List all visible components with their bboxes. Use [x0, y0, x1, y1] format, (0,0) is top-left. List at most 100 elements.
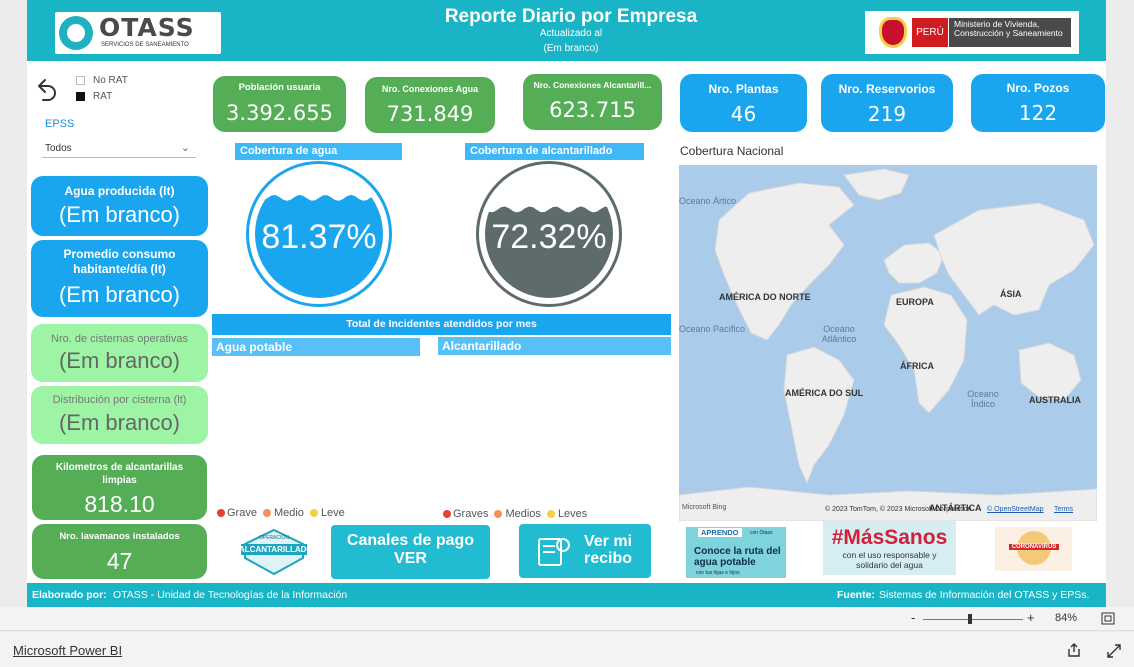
- legend-dot-leves: [546, 510, 555, 518]
- gauge-title-agua: Cobertura de agua: [235, 143, 402, 160]
- legend-label-grave: Grave: [227, 507, 257, 519]
- kpi-pozos: Nro. Pozos 122: [971, 74, 1105, 132]
- kpi-value: 731.849: [386, 102, 474, 126]
- map-terms-link[interactable]: Terms: [1054, 506, 1073, 513]
- back-arrow-icon[interactable]: [33, 77, 59, 103]
- kpi-poblacion-usuaria: Población usuaria 3.392.655: [213, 76, 346, 132]
- coronavirus-banner[interactable]: CORONAVIRUS: [995, 527, 1072, 571]
- gauge-value-agua: 81.37%: [261, 218, 377, 256]
- kpi-distribucion-cisterna: Distribución por cisterna (lt) (Em branc…: [31, 386, 208, 444]
- map-landmass: [679, 168, 1097, 521]
- kpi-kilometros-alcantarillas: Kilometros de alcantarillas limpias 818.…: [32, 455, 207, 520]
- map-ocean-pacifico: Oceano Pacífico: [679, 324, 746, 334]
- zoom-slider[interactable]: [923, 619, 1023, 620]
- gauge-inner: 72.32%: [485, 170, 613, 298]
- mas-sanos-banner[interactable]: #MásSanos con el uso responsable y solid…: [823, 521, 956, 575]
- kpi-label: Población usuaria: [238, 82, 321, 93]
- kpi-label: Promedio consumo habitante/día (lt): [63, 247, 176, 276]
- otass-logo: OTASS SERVICIOS DE SANEAMIENTO: [55, 12, 221, 54]
- kpi-value: (Em branco): [58, 202, 181, 227]
- recibo-label: Ver mi: [583, 533, 633, 550]
- gauge-title-alcantarillado: Cobertura de alcantarillado: [465, 143, 644, 160]
- kpi-value: (Em branco): [58, 282, 181, 307]
- map-label-europa: EUROPA: [896, 297, 934, 307]
- legend-swatch-rat: [76, 92, 85, 101]
- powerbi-link[interactable]: Microsoft Power BI: [13, 643, 122, 658]
- footer-right-value: Sistemas de Información del OTASS y EPSs…: [879, 589, 1090, 601]
- zoom-in-button[interactable]: +: [1027, 610, 1035, 625]
- epss-dropdown[interactable]: Todos ⌄: [42, 138, 196, 158]
- legend-swatch-no-rat: [76, 76, 85, 85]
- kpi-value: 623.715: [549, 98, 636, 122]
- kpi-cisternas-operativas: Nro. de cisternas operativas (Em branco): [31, 324, 208, 382]
- aprendo-banner[interactable]: APRENDO con Otass Conoce la ruta del agu…: [686, 527, 786, 578]
- canales-label: Canales de pago: [346, 532, 475, 549]
- kpi-promedio-consumo: Promedio consumo habitante/día (lt) (Em …: [31, 240, 208, 317]
- kpi-label: Agua producida (lt): [64, 184, 175, 198]
- report-header: OTASS SERVICIOS DE SANEAMIENTO Reporte D…: [27, 0, 1106, 61]
- alcantarillado-badge-top: OPERACIÓN: [258, 535, 289, 541]
- map-osm-link[interactable]: © OpenStreetMap: [987, 506, 1044, 513]
- fullscreen-icon[interactable]: [1106, 643, 1122, 659]
- map-ocean-atlantico: Oceano Atlântico: [821, 324, 857, 344]
- map-label-africa: ÁFRICA: [900, 361, 934, 371]
- kpi-value: 219: [867, 102, 907, 126]
- share-icon[interactable]: [1066, 642, 1082, 658]
- kpi-value: 122: [1018, 101, 1058, 125]
- legend-item-rat[interactable]: RAT: [76, 91, 112, 102]
- report-footer: Elaborado por: OTASS - Unidad de Tecnolo…: [27, 583, 1106, 607]
- legend-label-medios: Medios: [505, 508, 541, 520]
- legend-dot-medio: [262, 509, 271, 517]
- ministry-name: Ministerio de Vivienda, Construcción y S…: [949, 18, 1071, 47]
- powerbi-canvas: OTASS SERVICIOS DE SANEAMIENTO Reporte D…: [0, 0, 1134, 667]
- otass-logo-subtitle: SERVICIOS DE SANEAMIENTO: [101, 42, 189, 48]
- kpi-label: Nro. Plantas: [708, 82, 779, 96]
- peru-crest-icon: [879, 17, 907, 48]
- incidents-agua-chart: [212, 357, 420, 502]
- ministry-logo: PERÚ Ministerio de Vivienda, Construcció…: [865, 11, 1079, 54]
- kpi-label: Nro. Reservorios: [838, 82, 936, 96]
- legend-label-medio: Medio: [273, 507, 304, 519]
- ver-mi-recibo-button[interactable]: Ver mi recibo: [519, 524, 651, 578]
- kpi-label: Nro. de cisternas operativas: [51, 333, 188, 345]
- otass-drop-icon: [59, 16, 93, 50]
- map-copyright: © 2023 TomTom, © 2023 Microsoft Corporat…: [825, 506, 972, 513]
- footer-right-label: Fuente:: [837, 589, 875, 601]
- operacion-alcantarillado-button[interactable]: ALCANTARILLADO OPERACIÓN: [239, 528, 313, 576]
- kpi-value: 46: [730, 102, 757, 126]
- kpi-label: Nro. lavamanos instalados: [59, 531, 180, 542]
- legend-label-graves: Graves: [453, 508, 489, 520]
- alcantarillado-badge-label: ALCANTARILLADO: [239, 545, 313, 554]
- epss-selected-value: Todos: [45, 143, 72, 154]
- kpi-value: (Em branco): [58, 410, 181, 435]
- map-label-australia: AUSTRALIA: [1029, 395, 1081, 405]
- gauge-value-alcantarillado: 72.32%: [491, 218, 607, 256]
- fit-to-page-icon[interactable]: [1101, 612, 1115, 625]
- chevron-down-icon: ⌄: [180, 142, 190, 154]
- gauge-inner: 81.37%: [255, 170, 383, 298]
- mas-sanos-title: #MásSanos: [831, 526, 948, 549]
- world-map[interactable]: Oceano Ártico AMÉRICA DO NORTE EUROPA ÁS…: [679, 165, 1097, 521]
- powerbi-footer-bar: [0, 632, 1134, 667]
- map-ocean-indico: Oceano Índico: [967, 389, 999, 409]
- gauge-cobertura-alcantarillado: 72.32%: [476, 161, 622, 307]
- kpi-label: Nro. Conexiones Agua: [381, 84, 479, 94]
- kpi-conexiones-agua: Nro. Conexiones Agua 731.849: [365, 77, 495, 133]
- legend-item-no-rat[interactable]: No RAT: [76, 75, 128, 86]
- zoom-out-button[interactable]: -: [911, 610, 915, 625]
- map-bing-logo: Microsoft Bing: [682, 504, 727, 511]
- gauge-cobertura-agua: 81.37%: [246, 161, 392, 307]
- legend-dot-grave: [217, 509, 225, 517]
- legend-dot-leve: [309, 509, 318, 517]
- kpi-reservorios: Nro. Reservorios 219: [821, 74, 953, 132]
- map-ocean-artico: Oceano Ártico: [679, 196, 737, 206]
- canales-de-pago-button[interactable]: Canales de pago VER: [331, 525, 490, 579]
- otass-logo-text: OTASS: [99, 13, 195, 42]
- zoom-slider-thumb[interactable]: [968, 614, 973, 624]
- epss-filter-label: EPSS: [45, 118, 75, 130]
- aprendo-tag: APRENDO: [698, 528, 742, 537]
- map-label-america-norte: AMÉRICA DO NORTE: [719, 292, 811, 302]
- kpi-value: 818.10: [84, 491, 155, 517]
- incidents-agua-title: Agua potable: [212, 338, 420, 356]
- footer-left-value: OTASS - Unidad de Tecnologías de la Info…: [113, 589, 348, 601]
